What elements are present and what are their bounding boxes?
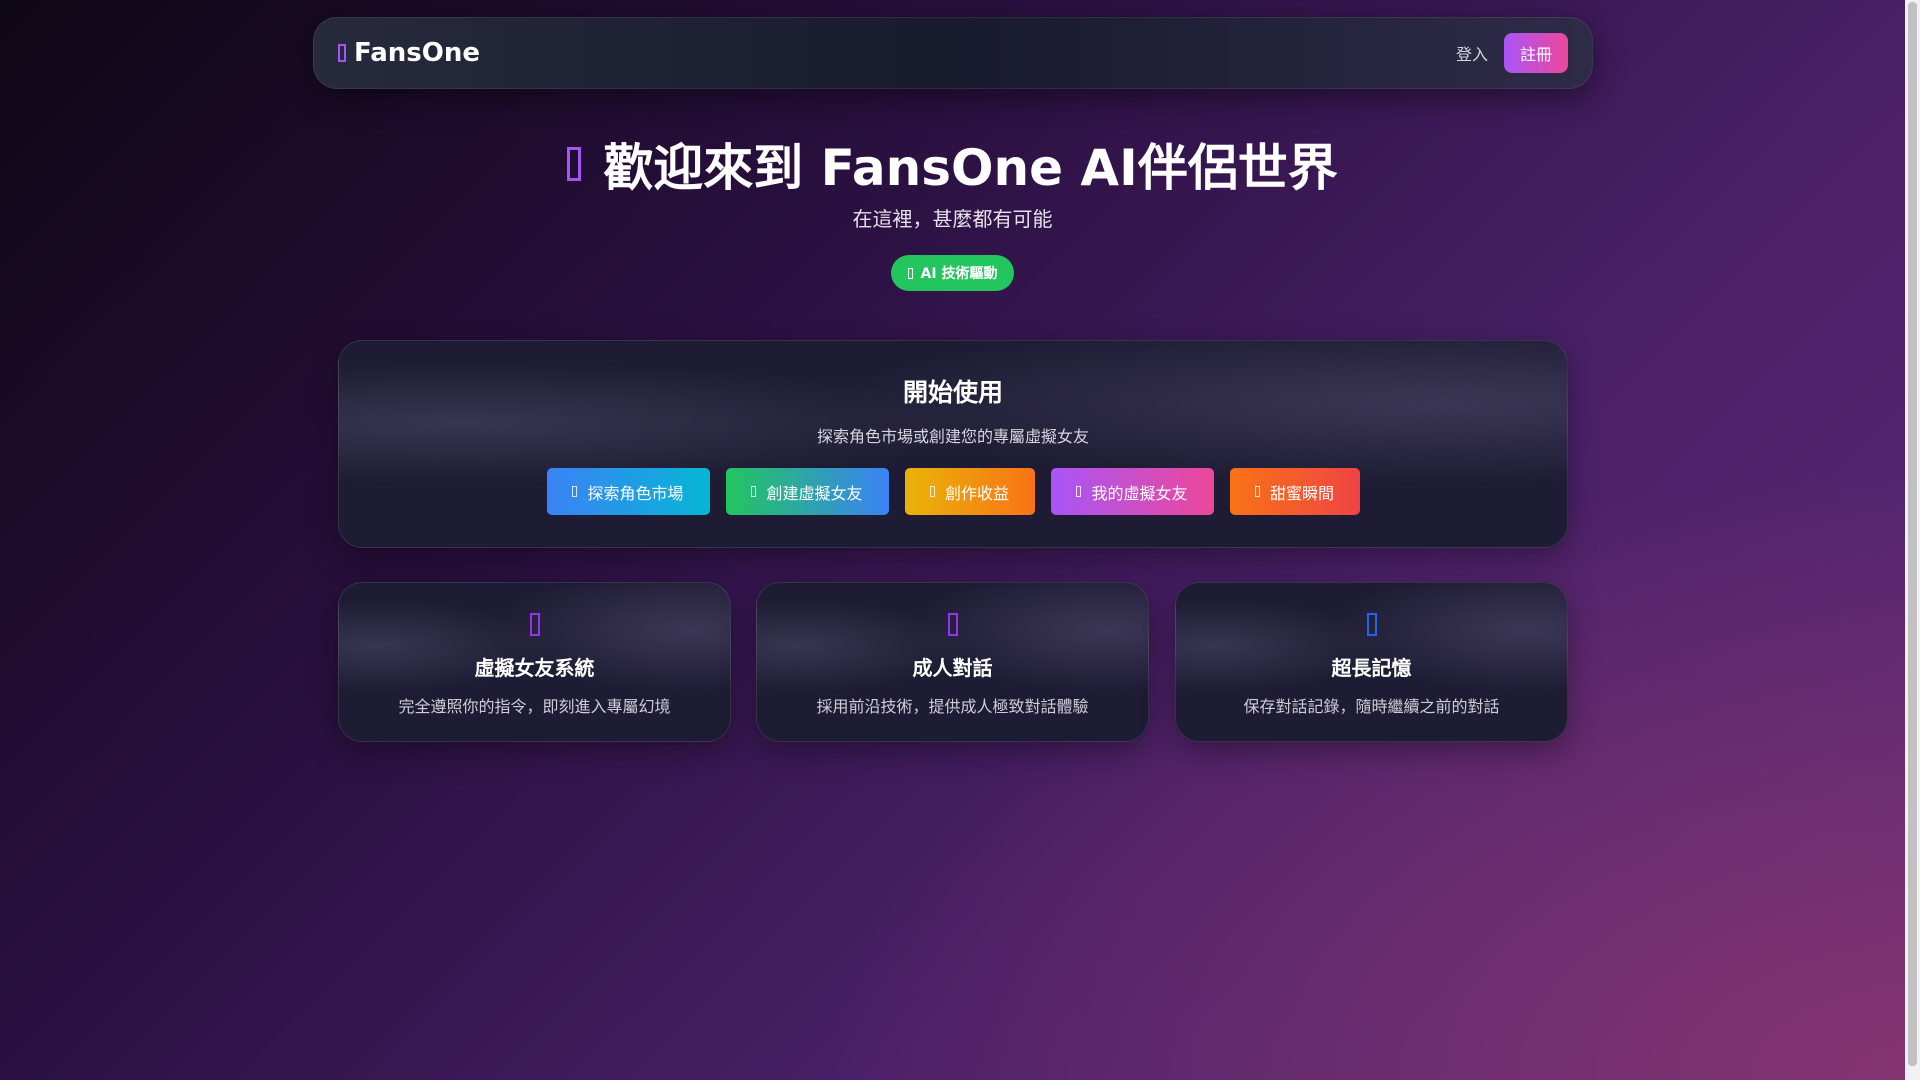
ai-badge-label: AI 技術驅動 [920,266,998,282]
feature-description: 保存對話記錄，隨時繼續之前的對話 [1243,697,1500,716]
page-title: 歡迎來到 FansOne AI伴侶世界 [0,128,1905,200]
create-girlfriend-button[interactable]: 創建虛擬女友 [725,468,889,515]
scrollbar[interactable] [1905,0,1920,1080]
heart-icon [529,613,540,636]
getting-started-title: 開始使用 [902,378,1003,407]
button-label: 我的虛擬女友 [1091,483,1188,503]
feature-title: 虛擬女友系統 [474,656,595,680]
compass-icon [572,486,578,497]
login-link[interactable]: 登入 [1456,41,1488,65]
feature-title: 超長記憶 [1331,656,1412,680]
getting-started-card: 開始使用 探索角色市場或創建您的專屬虛擬女友 探索角色市場 創建虛擬女友 創作收益 我… [338,340,1568,548]
logo-icon [338,44,346,62]
feature-long-memory: 超長記憶保存對話記錄，隨時繼續之前的對話 [1175,582,1568,742]
button-label: 創建虛擬女友 [766,483,863,503]
camera-icon [1254,486,1260,497]
brain-icon [1366,613,1377,636]
sweet-moments-button[interactable]: 甜蜜瞬間 [1229,468,1360,515]
ai-badge: AI 技術驅動 [891,255,1014,291]
heart-icon [567,147,582,181]
creator-earnings-button[interactable]: 創作收益 [904,468,1035,515]
robot-icon [907,267,913,279]
scrollbar-thumb[interactable] [1908,2,1917,1066]
page-subtitle: 在這裡，甚麼都有可能 [852,207,1053,231]
register-button[interactable]: 註冊 [1504,33,1568,73]
button-label: 探索角色市場 [587,483,684,503]
top-navbar: FansOne 登入 註冊 [313,17,1593,89]
feature-virtual-girlfriend: 虛擬女友系統完全遵照你的指令，即刻進入專屬幻境 [338,582,731,742]
coins-icon [929,486,935,497]
heart-icon [1076,486,1082,497]
chat-icon [947,613,958,636]
explore-market-button[interactable]: 探索角色市場 [546,468,710,515]
my-girlfriends-button[interactable]: 我的虛擬女友 [1050,468,1214,515]
feature-adult-chat: 成人對話採用前沿技術，提供成人極致對話體驗 [756,582,1149,742]
feature-description: 採用前沿技術，提供成人極致對話體驗 [816,697,1089,716]
logo-text: FansOne [354,38,481,68]
getting-started-subtitle: 探索角色市場或創建您的專屬虛擬女友 [816,427,1089,446]
button-label: 甜蜜瞬間 [1269,483,1334,503]
feature-description: 完全遵照你的指令，即刻進入專屬幻境 [398,697,671,716]
page-title-text: 歡迎來到 FansOne AI伴侶世界 [603,139,1338,197]
plus-icon [751,486,757,497]
feature-title: 成人對話 [912,656,993,680]
logo[interactable]: FansOne [338,38,480,68]
button-label: 創作收益 [944,483,1009,503]
